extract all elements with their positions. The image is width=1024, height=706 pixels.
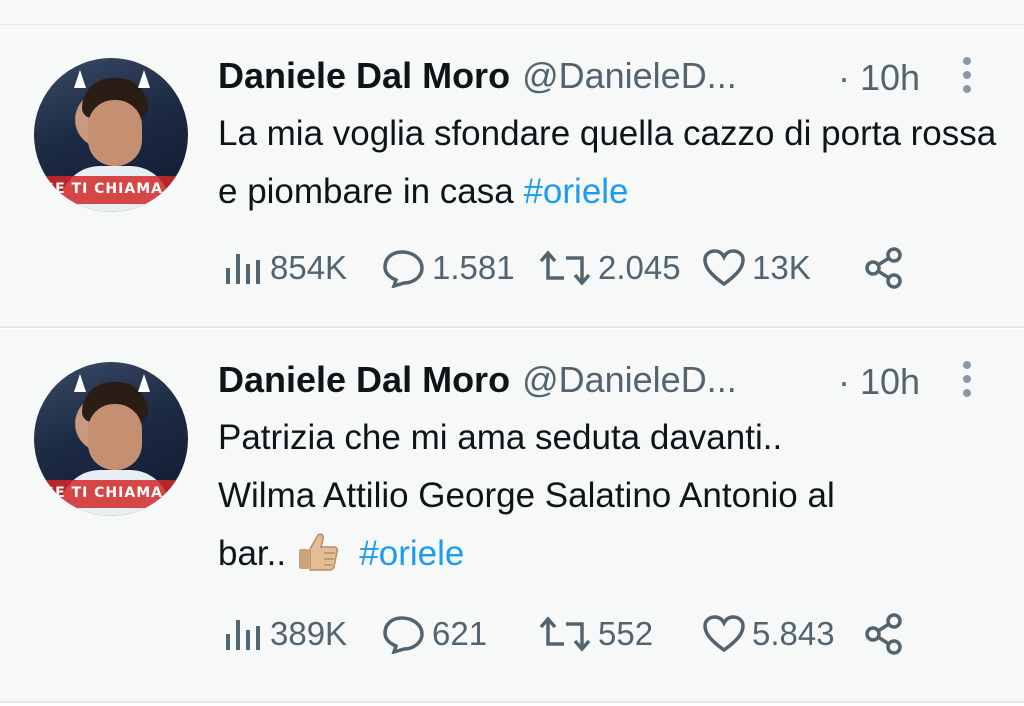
- retweet-icon: [539, 250, 591, 286]
- bar-chart-icon: [226, 620, 260, 650]
- author-name[interactable]: Daniele Dal Moro: [218, 359, 510, 401]
- author-name[interactable]: Daniele Dal Moro: [218, 55, 510, 97]
- tweet-text-line: Wilma Attilio George Salatino Antonio al: [218, 476, 835, 515]
- reply-action[interactable]: 1.581: [382, 243, 515, 293]
- tweet-header: Daniele Dal Moro @DanieleD...: [218, 54, 737, 98]
- like-action[interactable]: 5.843: [702, 609, 835, 659]
- bar-chart-icon: [226, 254, 260, 284]
- tweet-actions: 854K 1.581 2.045 13K: [224, 243, 924, 293]
- author-handle[interactable]: @DanieleD...: [522, 55, 737, 97]
- avatar[interactable]: SE TI CHIAMA: [34, 58, 188, 212]
- share-icon: [865, 613, 902, 655]
- views-action[interactable]: 389K: [224, 609, 347, 659]
- retweet-action[interactable]: 2.045: [538, 243, 681, 293]
- reply-count: 621: [432, 615, 488, 652]
- avatar-banner-text: SE TI CHIAMA: [44, 485, 163, 501]
- like-action[interactable]: 13K: [702, 243, 811, 293]
- more-vertical-icon[interactable]: [962, 57, 972, 97]
- devil-horn-icon: [138, 70, 150, 88]
- heart-icon: [703, 615, 745, 653]
- views-count: 854K: [270, 249, 348, 286]
- retweet-count: 552: [598, 615, 654, 652]
- avatar[interactable]: SE TI CHIAMA: [34, 362, 188, 516]
- retweet-action[interactable]: 552: [538, 609, 653, 659]
- avatar-face: [88, 100, 142, 166]
- tweet-divider: [0, 326, 1024, 328]
- tweet-time[interactable]: · 10h: [838, 361, 920, 403]
- tweet-actions: 389K 621 552 5.843: [224, 609, 924, 659]
- tweet-header: Daniele Dal Moro @DanieleD...: [218, 358, 737, 402]
- reply-action[interactable]: 621: [382, 609, 487, 659]
- speech-bubble-icon: [383, 616, 424, 654]
- hashtag-link[interactable]: #oriele: [359, 534, 464, 573]
- views-action[interactable]: 854K: [224, 243, 347, 293]
- tweet-divider: [0, 701, 1024, 703]
- more-vertical-icon[interactable]: [962, 361, 972, 401]
- devil-horn-icon: [74, 374, 86, 392]
- top-border: [0, 0, 1024, 25]
- tweet-card[interactable]: SE TI CHIAMA Daniele Dal Moro @DanieleD.…: [0, 25, 1024, 325]
- devil-horn-icon: [138, 374, 150, 392]
- heart-icon: [703, 249, 745, 287]
- like-count: 5.843: [752, 615, 835, 652]
- thumbs-up-emoji: [298, 533, 338, 571]
- tweet-text: La mia voglia sfondare quella cazzo di p…: [218, 105, 998, 221]
- tweet-text-line: bar.. #oriele: [218, 525, 998, 583]
- views-count: 389K: [270, 615, 348, 652]
- tweet-text-body: bar..: [218, 534, 296, 573]
- devil-horn-icon: [74, 70, 86, 88]
- share-icon: [865, 247, 902, 289]
- retweet-count: 2.045: [598, 249, 681, 286]
- author-handle[interactable]: @DanieleD...: [522, 359, 737, 401]
- avatar-banner-text: SE TI CHIAMA: [44, 181, 163, 197]
- retweet-icon: [539, 616, 591, 652]
- share-action[interactable]: [862, 243, 906, 293]
- tweet-time[interactable]: · 10h: [838, 57, 920, 99]
- speech-bubble-icon: [383, 250, 424, 288]
- tweet-text: Patrizia che mi ama seduta davanti.. Wil…: [218, 409, 998, 583]
- like-count: 13K: [752, 249, 811, 286]
- tweet-text-line: Patrizia che mi ama seduta davanti..: [218, 418, 783, 457]
- reply-count: 1.581: [432, 249, 515, 286]
- share-action[interactable]: [862, 609, 906, 659]
- hashtag-link[interactable]: #oriele: [523, 172, 628, 211]
- avatar-face: [88, 404, 142, 470]
- tweet-card[interactable]: SE TI CHIAMA Daniele Dal Moro @DanieleD.…: [0, 329, 1024, 701]
